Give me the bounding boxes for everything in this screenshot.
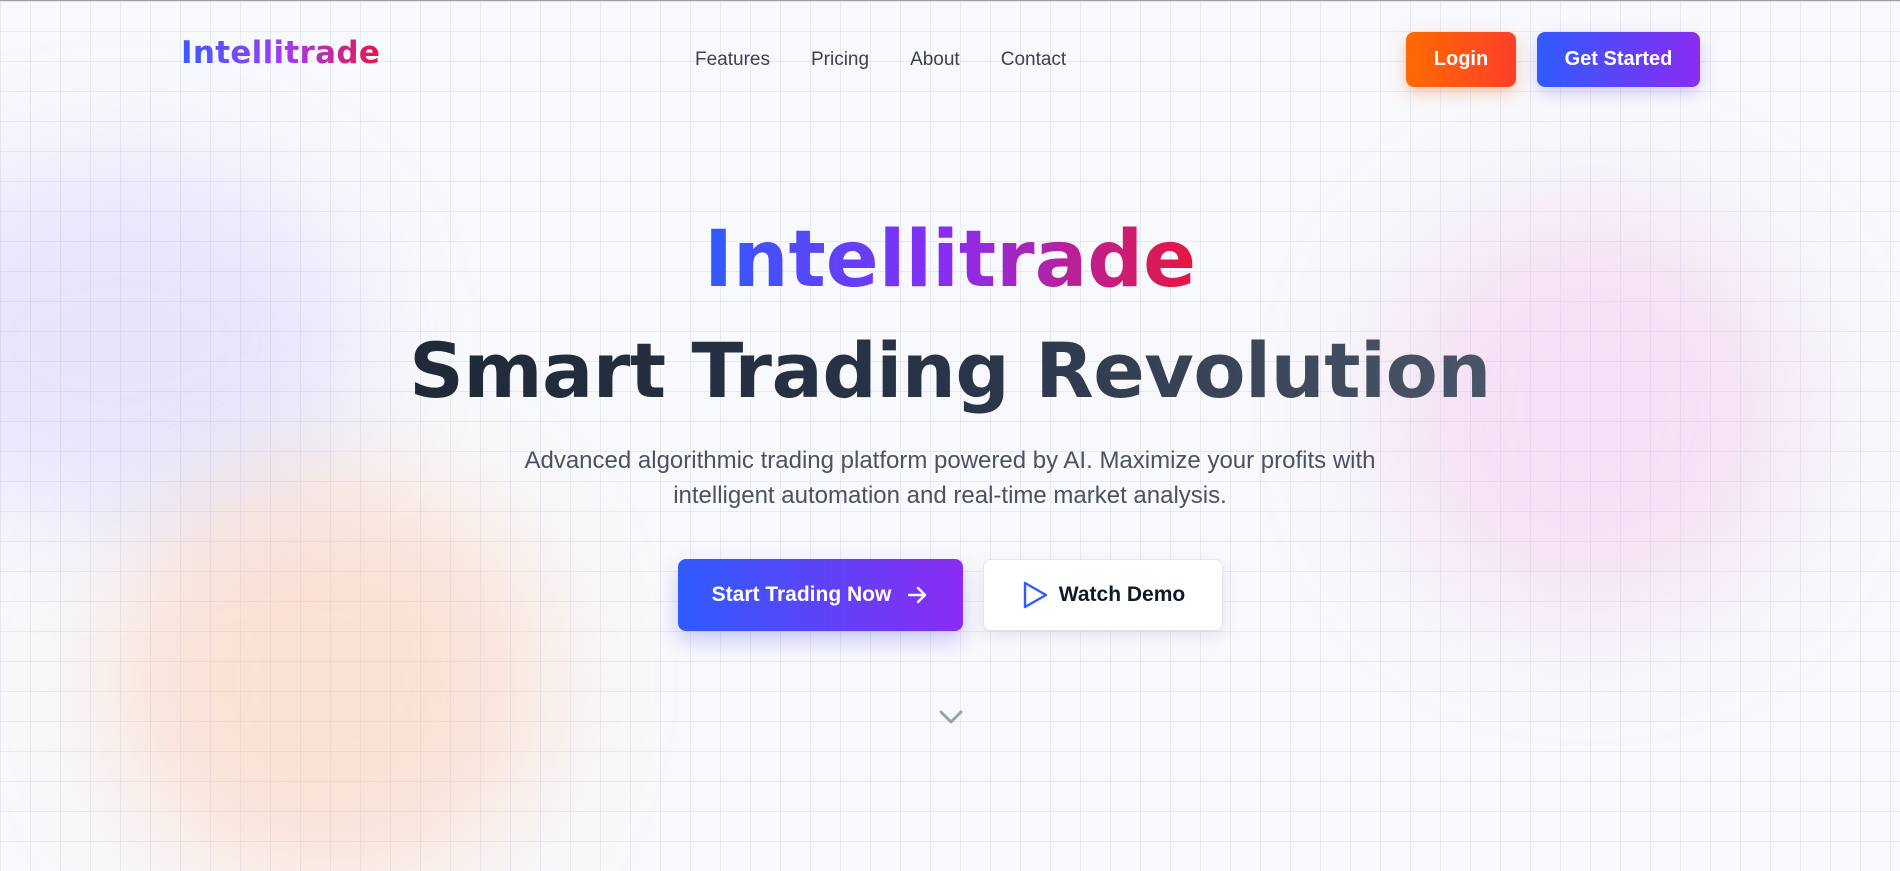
start-trading-label: Start Trading Now (711, 583, 892, 606)
get-started-button[interactable]: Get Started (1537, 32, 1700, 87)
hero-subtitle: Advanced algorithmic trading platform po… (524, 447, 1376, 509)
nav-link-about[interactable]: About (910, 49, 960, 71)
nav-link-contact[interactable]: Contact (1001, 49, 1066, 71)
nav-link-features[interactable]: Features (695, 49, 770, 71)
main-nav: Features Pricing About Contact (695, 49, 1066, 71)
background-glow-orange (110, 471, 550, 871)
play-icon (1023, 581, 1047, 609)
site-header: Intellitrade Features Pricing About Cont… (0, 1, 1900, 119)
watch-demo-button[interactable]: Watch Demo (983, 559, 1223, 631)
hero-brand-heading: Intellitrade (0, 221, 1900, 299)
login-button[interactable]: Login (1406, 32, 1516, 87)
hero-brand-text: Intellitrade (703, 215, 1197, 305)
watch-demo-label: Watch Demo (1058, 583, 1186, 606)
chevron-down-icon[interactable] (938, 707, 964, 727)
hero-title-text: Smart Trading Revolution (409, 326, 1491, 415)
landing-page: Intellitrade Features Pricing About Cont… (0, 0, 1900, 871)
arrow-right-icon (908, 586, 927, 604)
hero-title: Smart Trading Revolution (0, 333, 1900, 409)
start-trading-button[interactable]: Start Trading Now (678, 559, 963, 631)
site-logo[interactable]: Intellitrade (181, 35, 380, 71)
nav-link-pricing[interactable]: Pricing (811, 49, 869, 71)
